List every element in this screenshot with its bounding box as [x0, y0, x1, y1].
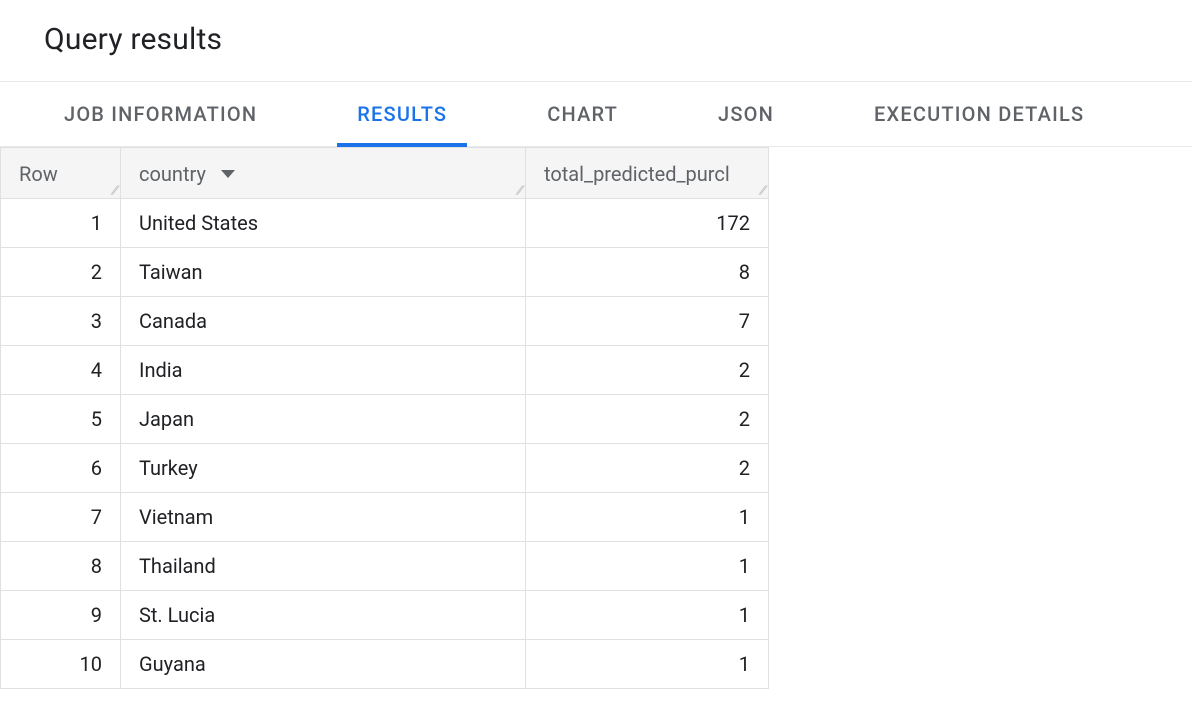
- cell-value: 2: [526, 443, 769, 492]
- cell-value: 1: [526, 541, 769, 590]
- row-number: 7: [1, 492, 121, 541]
- column-header-value[interactable]: total_predicted_purcl //: [526, 148, 769, 199]
- results-area: Row // country // total_predicted_purcl …: [0, 147, 1192, 689]
- table-row[interactable]: 5Japan2: [1, 394, 769, 443]
- column-header-country[interactable]: country //: [121, 148, 526, 199]
- table-row[interactable]: 9St. Lucia1: [1, 590, 769, 639]
- tab-exec[interactable]: EXECUTION DETAILS: [854, 82, 1104, 146]
- cell-country: Japan: [121, 394, 526, 443]
- table-row[interactable]: 8Thailand1: [1, 541, 769, 590]
- column-header-label: Row: [19, 162, 58, 186]
- header: Query results: [0, 0, 1192, 81]
- tab-job[interactable]: JOB INFORMATION: [44, 82, 277, 146]
- table-row[interactable]: 10Guyana1: [1, 639, 769, 688]
- sort-desc-icon: [221, 170, 235, 178]
- cell-country: Thailand: [121, 541, 526, 590]
- cell-value: 7: [526, 296, 769, 345]
- column-header-label: country: [139, 162, 206, 186]
- cell-country: St. Lucia: [121, 590, 526, 639]
- row-number: 3: [1, 296, 121, 345]
- resize-handle-icon[interactable]: //: [758, 184, 767, 196]
- table-row[interactable]: 6Turkey2: [1, 443, 769, 492]
- cell-country: United States: [121, 198, 526, 247]
- table-row[interactable]: 4India2: [1, 345, 769, 394]
- row-number: 1: [1, 198, 121, 247]
- table-row[interactable]: 1United States172: [1, 198, 769, 247]
- tabs-bar: JOB INFORMATION RESULTS CHART JSON EXECUTION…: [0, 81, 1192, 147]
- tab-chart[interactable]: CHART: [527, 82, 638, 146]
- cell-value: 1: [526, 590, 769, 639]
- table-row[interactable]: 7Vietnam1: [1, 492, 769, 541]
- row-number: 10: [1, 639, 121, 688]
- cell-country: Turkey: [121, 443, 526, 492]
- row-number: 5: [1, 394, 121, 443]
- page-title: Query results: [44, 22, 1148, 57]
- row-number: 8: [1, 541, 121, 590]
- row-number: 6: [1, 443, 121, 492]
- table-row[interactable]: 3Canada7: [1, 296, 769, 345]
- results-table: Row // country // total_predicted_purcl …: [0, 147, 769, 689]
- cell-value: 172: [526, 198, 769, 247]
- cell-country: Vietnam: [121, 492, 526, 541]
- resize-handle-icon[interactable]: //: [110, 184, 119, 196]
- cell-country: Canada: [121, 296, 526, 345]
- resize-handle-icon[interactable]: //: [515, 184, 524, 196]
- cell-value: 2: [526, 394, 769, 443]
- row-number: 4: [1, 345, 121, 394]
- cell-country: Guyana: [121, 639, 526, 688]
- cell-value: 2: [526, 345, 769, 394]
- cell-country: Taiwan: [121, 247, 526, 296]
- column-header-row[interactable]: Row //: [1, 148, 121, 199]
- cell-value: 8: [526, 247, 769, 296]
- cell-country: India: [121, 345, 526, 394]
- cell-value: 1: [526, 492, 769, 541]
- tab-results[interactable]: RESULTS: [337, 82, 467, 146]
- results-header-row: Row // country // total_predicted_purcl …: [1, 148, 769, 199]
- column-header-label: total_predicted_purcl: [544, 162, 730, 186]
- cell-value: 1: [526, 639, 769, 688]
- tab-json[interactable]: JSON: [698, 82, 794, 146]
- row-number: 9: [1, 590, 121, 639]
- row-number: 2: [1, 247, 121, 296]
- table-row[interactable]: 2Taiwan8: [1, 247, 769, 296]
